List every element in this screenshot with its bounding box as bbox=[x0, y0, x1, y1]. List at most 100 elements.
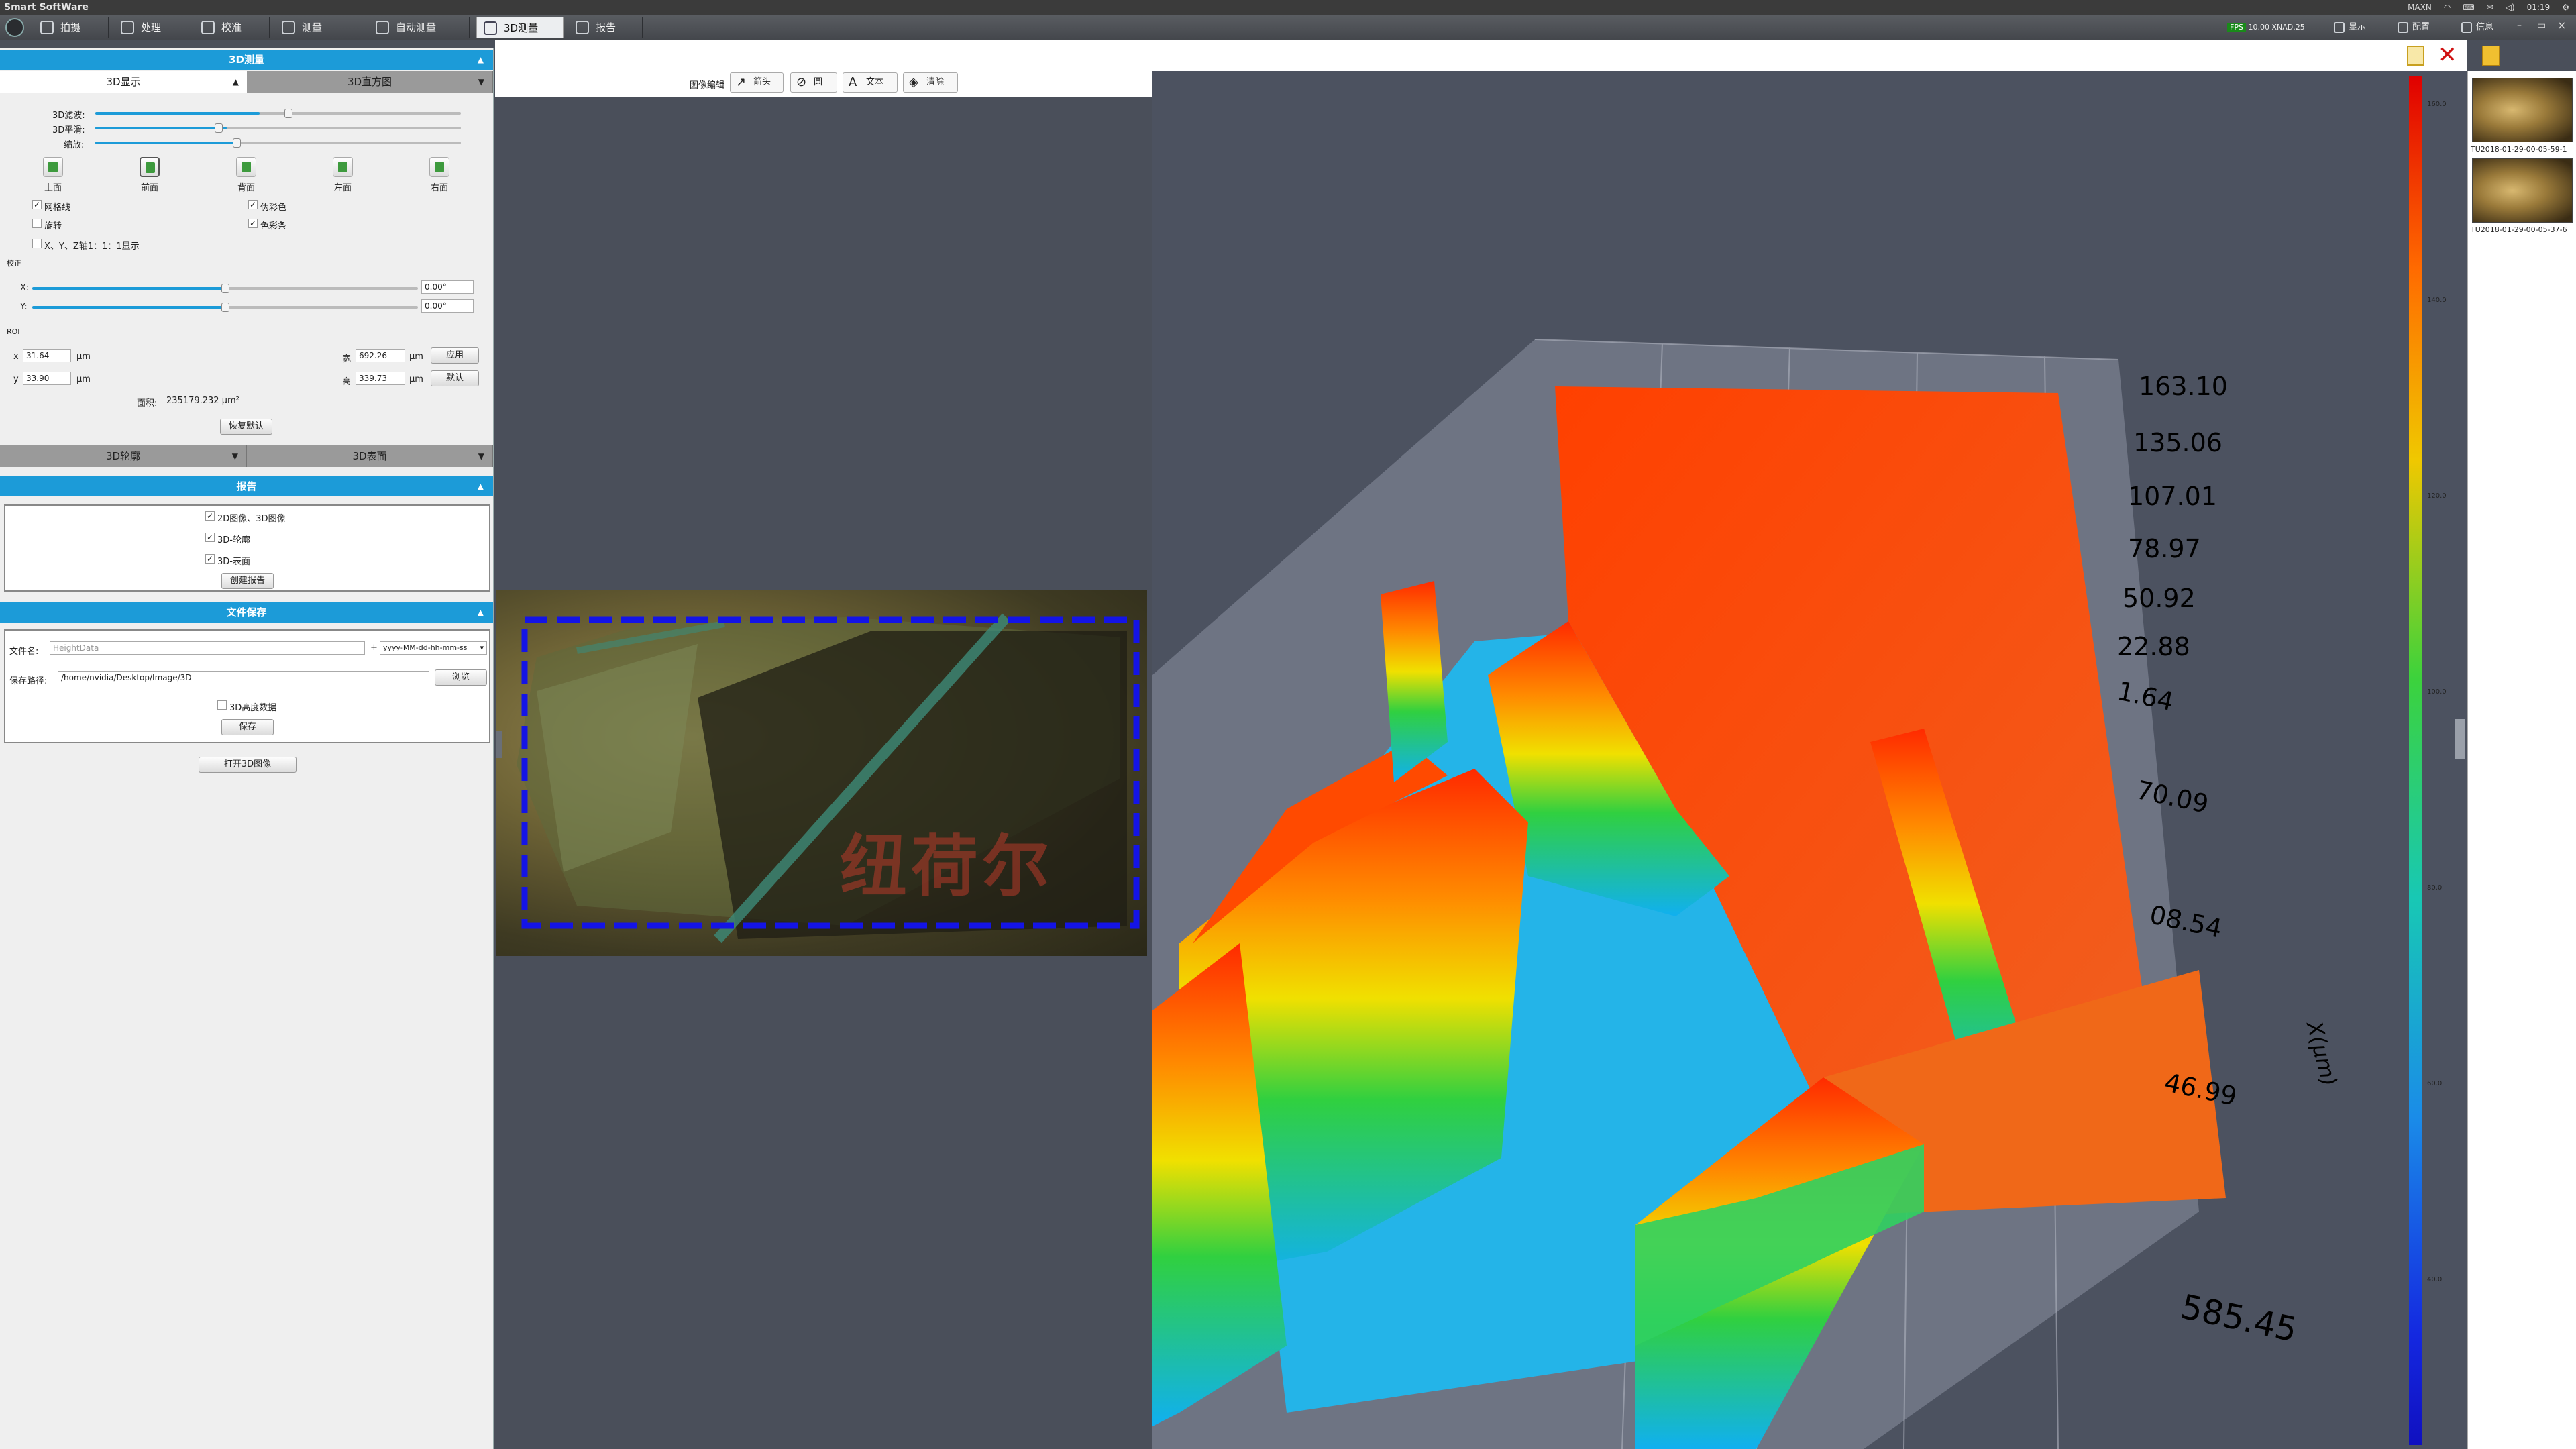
report-contour-label: 3D-轮廓 bbox=[217, 535, 250, 545]
calib-x-field[interactable]: 0.00° bbox=[421, 280, 474, 294]
gear-icon[interactable]: ⚙ bbox=[2562, 0, 2569, 15]
circle-tool-button[interactable]: ⊘ 圆 bbox=[790, 72, 837, 93]
tab-report[interactable]: 报告 bbox=[569, 17, 643, 38]
slider-handle[interactable] bbox=[215, 123, 223, 133]
tab-3d-contour[interactable]: 3D轮廓 ▼ bbox=[0, 445, 247, 467]
create-report-button[interactable]: 创建报告 bbox=[221, 573, 274, 589]
grid-checkbox[interactable]: ✓ bbox=[32, 200, 42, 209]
axis-tick: 22.88 bbox=[2117, 632, 2190, 661]
config-button[interactable]: 配置 bbox=[2395, 17, 2449, 38]
slider-handle[interactable] bbox=[221, 284, 229, 293]
view-back-button[interactable] bbox=[236, 157, 256, 177]
clock[interactable]: 01:19 bbox=[2527, 0, 2551, 15]
2d-image-view[interactable]: 纽荷尔 bbox=[496, 590, 1147, 956]
view-right-button[interactable] bbox=[429, 157, 449, 177]
savepath-input[interactable]: /home/nvidia/Desktop/Image/3D bbox=[58, 671, 429, 684]
display-button[interactable]: 显示 bbox=[2331, 17, 2385, 38]
pseudocolor-checkbox[interactable]: ✓ bbox=[248, 200, 258, 209]
slider-handle[interactable] bbox=[284, 109, 292, 118]
text-tool-button[interactable]: A 文本 bbox=[843, 72, 898, 93]
calib-y-field[interactable]: 0.00° bbox=[421, 299, 474, 313]
clear-tool-button[interactable]: ◈ 清除 bbox=[903, 72, 958, 93]
view-right-label: 右面 bbox=[431, 183, 449, 193]
section-report-header[interactable]: 报告 ▲ bbox=[0, 476, 493, 496]
view-front-button[interactable] bbox=[140, 157, 160, 177]
tab-3d-surface[interactable]: 3D表面 ▼ bbox=[247, 445, 493, 467]
filter-slider[interactable] bbox=[95, 109, 461, 118]
roi-w-label: 宽 bbox=[342, 354, 352, 364]
height-data-checkbox[interactable] bbox=[217, 700, 227, 710]
savepath-label: 保存路径: bbox=[9, 676, 48, 686]
axis-tick: 163.10 bbox=[2139, 372, 2228, 401]
view-top-button[interactable] bbox=[43, 157, 63, 177]
browse-button[interactable]: 浏览 bbox=[435, 669, 487, 686]
wifi-icon[interactable]: ◠ bbox=[2444, 0, 2451, 15]
thumbnail-image[interactable] bbox=[2472, 158, 2573, 223]
tab-3d-histogram[interactable]: 3D直方图 ▼ bbox=[247, 71, 493, 93]
arrow-tool-button[interactable]: ↗ 箭头 bbox=[730, 72, 784, 93]
section-3d-header[interactable]: 3D测量 ▲ bbox=[0, 50, 493, 70]
tab-calibrate[interactable]: 校准 bbox=[195, 17, 270, 38]
right-splitter-handle[interactable] bbox=[2455, 719, 2465, 759]
report-surface-checkbox[interactable]: ✓ bbox=[205, 554, 215, 564]
tab-measure[interactable]: 测量 bbox=[275, 17, 350, 38]
tab-3d-display[interactable]: 3D显示 ▲ bbox=[0, 71, 247, 93]
info-button[interactable]: 信息 bbox=[2459, 17, 2512, 38]
maximize-button[interactable]: ▭ bbox=[2537, 20, 2546, 31]
roi-w-field[interactable]: 692.26 bbox=[356, 349, 405, 362]
tab-3d-measure[interactable]: 3D测量 bbox=[476, 17, 564, 38]
roi-y-field[interactable]: 33.90 bbox=[23, 372, 71, 385]
roi-default-button[interactable]: 默认 bbox=[431, 370, 479, 386]
close-window-button[interactable]: × bbox=[2557, 19, 2566, 32]
view-top-label: 上面 bbox=[44, 183, 62, 193]
tab-process[interactable]: 处理 bbox=[114, 17, 189, 38]
smooth-slider[interactable] bbox=[95, 123, 461, 133]
roi-apply-button[interactable]: 应用 bbox=[431, 347, 479, 364]
roi-area-value: 235179.232 μm² bbox=[166, 396, 239, 406]
calib-y-slider[interactable] bbox=[32, 303, 418, 312]
minimize-button[interactable]: – bbox=[2517, 20, 2522, 31]
splitter-handle[interactable] bbox=[496, 731, 502, 758]
axis-tick: 50.92 bbox=[2123, 584, 2196, 613]
calib-title: 校正 bbox=[7, 259, 21, 268]
tab-auto-measure[interactable]: 自动测量 bbox=[369, 17, 470, 38]
plus-label: + bbox=[370, 643, 378, 653]
roi-h-field[interactable]: 339.73 bbox=[356, 372, 405, 385]
xyz-ratio-checkbox[interactable] bbox=[32, 239, 42, 248]
filename-input[interactable]: HeightData bbox=[50, 641, 365, 655]
view-left-button[interactable] bbox=[333, 157, 353, 177]
colorbar-tick: 140.0 bbox=[2427, 297, 2447, 304]
image-process-icon bbox=[121, 21, 134, 34]
view-top-icon bbox=[48, 162, 58, 172]
thumbnail-image[interactable] bbox=[2472, 78, 2573, 142]
calib-x-label: X: bbox=[20, 283, 30, 293]
rotate-checkbox[interactable] bbox=[32, 219, 42, 228]
keyboard-icon[interactable]: ⌨ bbox=[2463, 0, 2474, 15]
folder-icon[interactable] bbox=[2482, 46, 2500, 66]
roi-x-field[interactable]: 31.64 bbox=[23, 349, 71, 362]
open-3d-button[interactable]: 打开3D图像 bbox=[199, 757, 297, 773]
report-contour-checkbox[interactable]: ✓ bbox=[205, 533, 215, 542]
nvidia-mode[interactable]: MAXN bbox=[2408, 0, 2432, 15]
section-save-header[interactable]: 文件保存 ▲ bbox=[0, 602, 493, 623]
save-button[interactable]: 保存 bbox=[221, 719, 274, 735]
slider-handle[interactable] bbox=[233, 138, 241, 148]
report-2d3d-checkbox[interactable]: ✓ bbox=[205, 511, 215, 521]
chevron-down-icon: ▼ bbox=[478, 451, 484, 461]
app-logo-icon[interactable] bbox=[5, 18, 24, 37]
slider-handle[interactable] bbox=[221, 303, 229, 312]
mail-icon[interactable]: ✉ bbox=[2487, 0, 2493, 15]
colorbar-tick: 120.0 bbox=[2427, 492, 2447, 500]
calib-x-slider[interactable] bbox=[32, 284, 418, 293]
3d-view-canvas[interactable]: 163.10 135.06 107.01 78.97 50.92 22.88 1… bbox=[1152, 71, 2467, 1449]
zoom-slider[interactable] bbox=[95, 138, 461, 148]
tab-capture[interactable]: 拍摄 bbox=[34, 17, 109, 38]
close-view-icon[interactable]: ✕ bbox=[2438, 42, 2457, 68]
reset-default-button[interactable]: 恢复默认 bbox=[220, 419, 272, 435]
save-view-icon[interactable] bbox=[2407, 46, 2424, 66]
date-format-select[interactable]: yyyy-MM-dd-hh-mm-ss ▾ bbox=[380, 641, 487, 655]
measure-icon bbox=[282, 21, 295, 34]
chevron-down-icon: ▼ bbox=[231, 451, 238, 461]
colorbar-checkbox[interactable]: ✓ bbox=[248, 219, 258, 228]
volume-icon[interactable]: ◁) bbox=[2506, 0, 2515, 15]
